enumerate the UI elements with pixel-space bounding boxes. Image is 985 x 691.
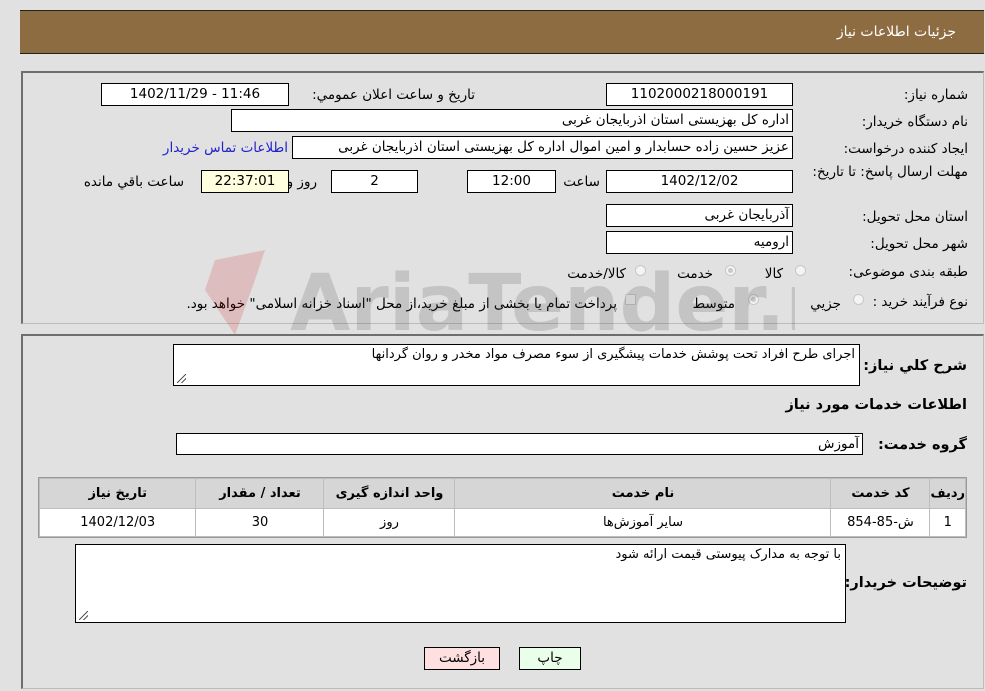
- category-option-goods-service: کالا/خدمت: [567, 266, 626, 282]
- days-remaining-field: 2: [331, 170, 418, 193]
- page-title: جزئیات اطلاعات نیاز: [836, 24, 956, 40]
- need-number-field: 1102000218000191: [606, 83, 793, 106]
- cell-service-name: سایر آموزش‌ها: [454, 508, 832, 537]
- time-remaining-field: 22:37:01: [201, 170, 289, 193]
- province-field: آذربایجان غربی: [606, 204, 793, 227]
- resize-grip-icon[interactable]: [177, 374, 186, 383]
- buyer-contact-link[interactable]: اطلاعات تماس خریدار: [163, 140, 288, 156]
- need-number-label: شماره نیاز:: [903, 87, 968, 103]
- category-radio-goods[interactable]: [795, 265, 806, 276]
- buyer-org-field: اداره کل بهزیستی استان اذربایجان غربی: [231, 109, 793, 132]
- col-quantity: تعداد / مقدار: [195, 478, 325, 509]
- category-radio-service[interactable]: [725, 265, 736, 276]
- summary-textarea[interactable]: اجرای طرح افراد تحت پوشش خدمات پیشگیری ا…: [173, 344, 860, 386]
- category-option-service: خدمت: [677, 266, 713, 282]
- process-type-label: نوع فرآیند خرید :: [872, 294, 968, 310]
- announce-label: تاریخ و ساعت اعلان عمومي:: [312, 87, 475, 103]
- process-option-medium: متوسط: [692, 296, 735, 312]
- city-field: ارومیه: [606, 231, 793, 254]
- time-remaining-label: ساعت باقي مانده: [83, 174, 184, 190]
- creator-label: ایجاد کننده درخواست:: [843, 141, 968, 157]
- buyer-org-label: نام دستگاه خریدار:: [861, 114, 968, 130]
- services-table: ردیف کد خدمت نام خدمت واحد اندازه گیری ت…: [38, 477, 967, 538]
- summary-text: اجرای طرح افراد تحت پوشش خدمات پیشگیری ا…: [371, 347, 855, 362]
- back-button[interactable]: بازگشت: [424, 647, 500, 670]
- process-option-minor: جزيي: [810, 296, 841, 312]
- category-label: طبقه بندی موضوعی:: [848, 264, 968, 280]
- service-group-field: آموزش: [176, 433, 863, 455]
- deadline-time-field: 12:00: [467, 170, 556, 193]
- treasury-checkbox[interactable]: [625, 294, 636, 305]
- process-radio-minor[interactable]: [853, 294, 864, 305]
- cell-need-date: 1402/12/03: [38, 508, 197, 537]
- province-label: استان محل تحویل:: [862, 209, 968, 225]
- cell-row-number: 1: [929, 508, 966, 537]
- col-service-name: نام خدمت: [454, 478, 832, 509]
- announce-datetime-field: 1402/11/29 - 11:46: [101, 83, 289, 106]
- cell-unit: روز: [323, 508, 456, 537]
- col-row-number: ردیف: [929, 478, 966, 509]
- summary-label: شرح كلي نياز:: [863, 358, 967, 374]
- deadline-date-field: 1402/12/02: [606, 170, 793, 193]
- category-radio-goods-service[interactable]: [635, 265, 646, 276]
- category-option-goods: کالا: [764, 266, 783, 282]
- table-row: 1 ش-85-854 سایر آموزش‌ها روز 30 1402/12/…: [38, 508, 966, 537]
- cell-service-code: ش-85-854: [830, 508, 931, 537]
- city-label: شهر محل تحویل:: [870, 236, 968, 252]
- table-header-row: ردیف کد خدمت نام خدمت واحد اندازه گیری ت…: [38, 478, 966, 509]
- cell-quantity: 30: [195, 508, 325, 537]
- treasury-checkbox-label: پرداخت تمام یا بخشی از مبلغ خرید،از محل …: [186, 296, 617, 312]
- col-unit: واحد اندازه گیری: [323, 478, 456, 509]
- service-group-label: گروه خدمت:: [877, 437, 967, 453]
- col-need-date: تاریخ نیاز: [38, 478, 197, 509]
- deadline-time-label: ساعت: [563, 174, 600, 190]
- buyer-notes-label: توضیحات خریدار:: [844, 575, 967, 591]
- deadline-label: مهلت ارسال پاسخ: تا تاریخ:: [812, 164, 968, 180]
- creator-field: عزیز حسین زاده حسابدار و امین اموال ادار…: [292, 136, 793, 159]
- buyer-notes-text: با توجه به مدارک پیوستی قیمت ارائه شود: [615, 547, 841, 562]
- resize-grip-icon[interactable]: [79, 611, 88, 620]
- days-label: روز و: [286, 174, 317, 190]
- page-header: جزئیات اطلاعات نیاز: [20, 10, 984, 54]
- services-heading: اطلاعات خدمات مورد نیاز: [785, 397, 967, 413]
- col-service-code: کد خدمت: [830, 478, 931, 509]
- buyer-notes-textarea[interactable]: با توجه به مدارک پیوستی قیمت ارائه شود: [75, 544, 846, 623]
- print-button[interactable]: چاپ: [519, 647, 581, 670]
- process-radio-medium[interactable]: [748, 294, 759, 305]
